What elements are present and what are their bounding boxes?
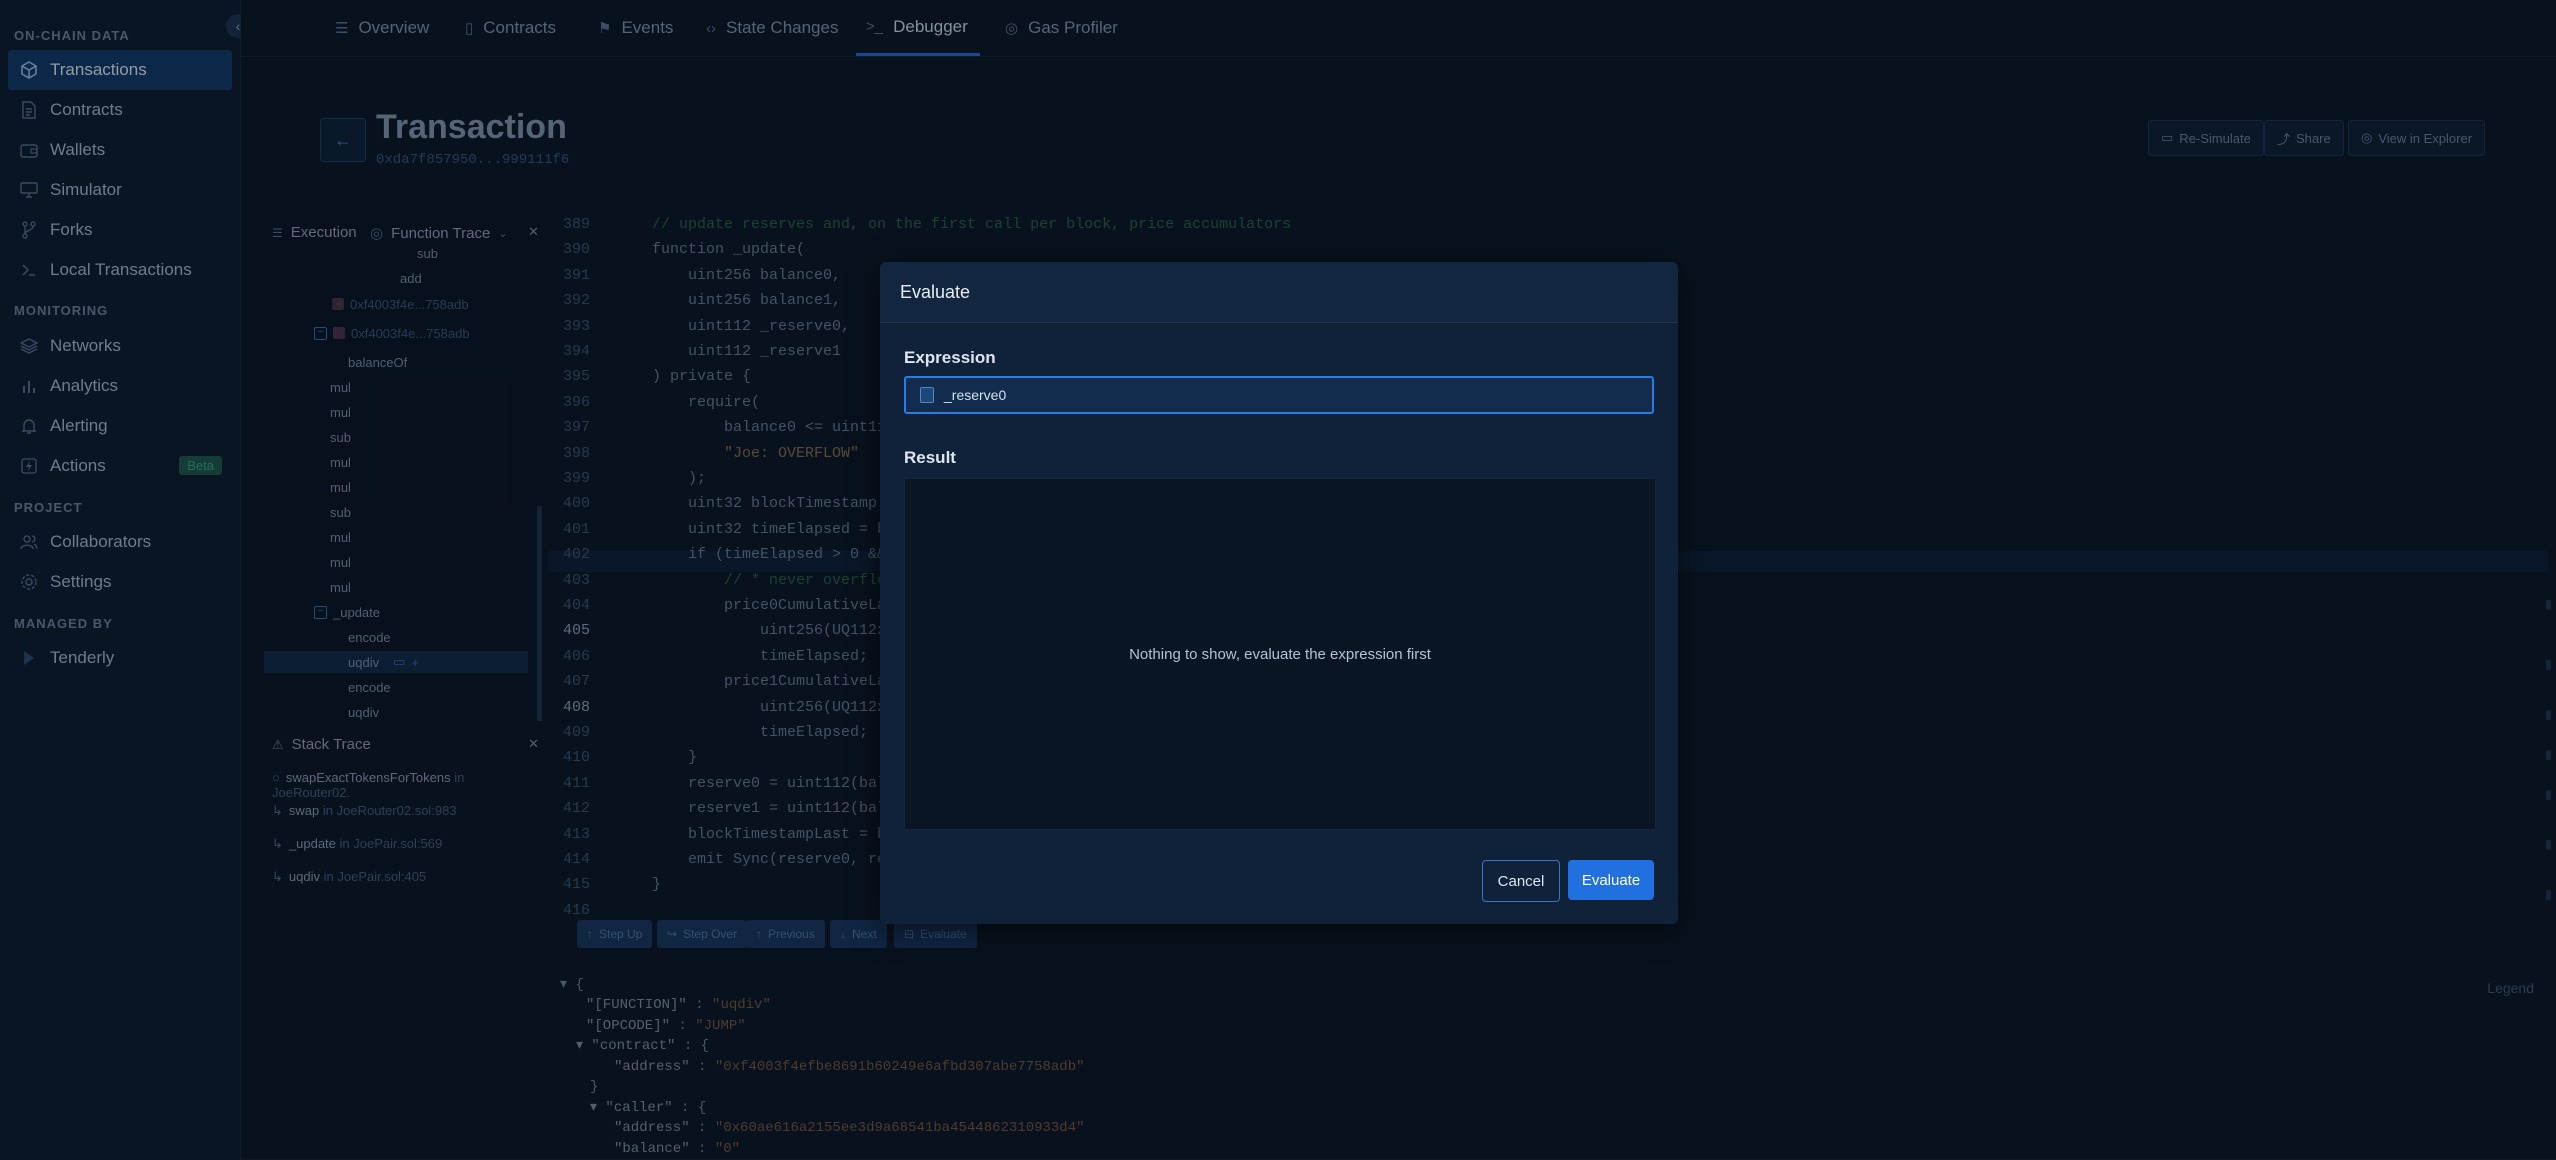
cancel-button[interactable]: Cancel (1482, 860, 1560, 902)
result-empty-message: Nothing to show, evaluate the expression… (1129, 645, 1431, 663)
evaluate-modal: Evaluate Expression _reserve0 Result Not… (880, 262, 1678, 924)
variable-icon (920, 387, 934, 403)
modal-title: Evaluate (900, 282, 971, 302)
expression-value[interactable]: _reserve0 (944, 387, 1006, 403)
result-box: Nothing to show, evaluate the expression… (904, 478, 1656, 830)
result-label: Result (904, 448, 956, 467)
expression-label: Expression (904, 348, 996, 367)
expression-input[interactable]: _reserve0 (904, 376, 1654, 414)
modal-header: Evaluate (880, 262, 1678, 323)
evaluate-button[interactable]: Evaluate (1568, 860, 1654, 900)
